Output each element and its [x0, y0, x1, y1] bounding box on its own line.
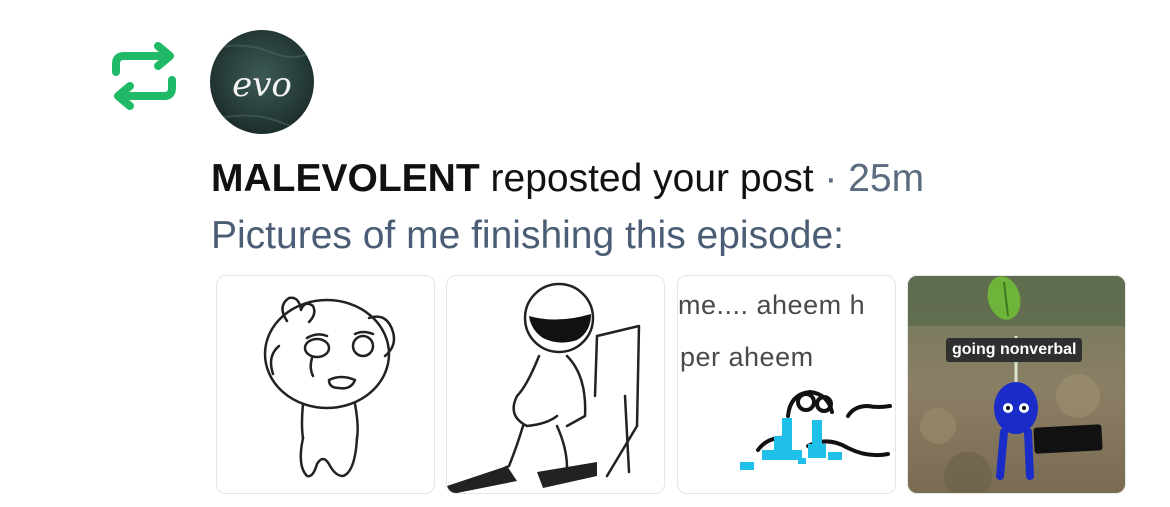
- action-text: reposted your post: [490, 157, 814, 200]
- repost-icon: [108, 40, 180, 112]
- notification-headline: MALEVOLENT reposted your post · 25m: [211, 155, 924, 203]
- avatar[interactable]: evo: [210, 30, 314, 134]
- post-text[interactable]: Pictures of me finishing this episode:: [211, 212, 844, 260]
- image-caption: going nonverbal: [946, 338, 1083, 362]
- image-thumbnail-1[interactable]: [216, 275, 435, 494]
- crying-cartoon-face-image: [263, 296, 396, 478]
- separator: ·: [824, 157, 838, 200]
- image-thumbnail-3[interactable]: me.... aheem h per aheem: [677, 275, 896, 494]
- avatar-text: evo: [232, 65, 292, 105]
- image-grid: me.... aheem h per aheem going nonverbal: [216, 275, 1126, 494]
- sad-figure-image: [447, 282, 641, 493]
- crying-meme-drawing: [740, 390, 892, 470]
- image-thumbnail-2[interactable]: [446, 275, 665, 494]
- user-name[interactable]: MALEVOLENT: [211, 157, 480, 200]
- timestamp: 25m: [848, 157, 925, 200]
- blue-pikmin-image: [908, 276, 1125, 493]
- image-thumbnail-4[interactable]: going nonverbal: [907, 275, 1126, 494]
